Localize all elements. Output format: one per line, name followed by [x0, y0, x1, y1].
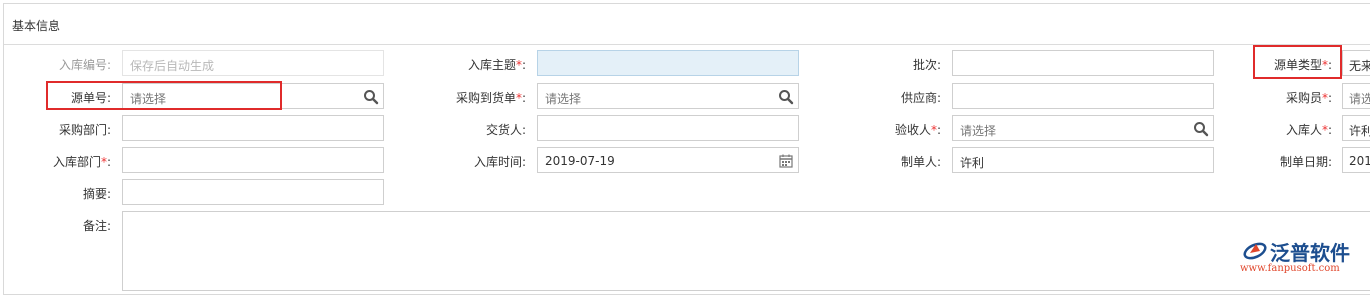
- deliverer-input[interactable]: [537, 115, 799, 141]
- search-icon[interactable]: [1193, 121, 1209, 137]
- inbound-no-field: 保存后自动生成: [122, 50, 384, 76]
- purchase-receipt-label: 采购到货单*:: [455, 91, 526, 105]
- source-doc-no-highlight: [46, 81, 282, 110]
- panel-title: 基本信息: [12, 19, 61, 33]
- purchaser-placeholder: 请选: [1349, 92, 1370, 106]
- inbound-dept-input[interactable]: [122, 147, 384, 173]
- batch-label: 批次:: [912, 58, 941, 72]
- inbound-subject-input[interactable]: [537, 50, 799, 76]
- purchase-dept-input[interactable]: [122, 115, 384, 141]
- summary-input[interactable]: [122, 179, 384, 205]
- supplier-input[interactable]: [952, 83, 1214, 109]
- inbound-no-value: 保存后自动生成: [130, 59, 215, 73]
- inbound-subject-label: 入库主题*:: [467, 58, 526, 72]
- supplier-label: 供应商:: [900, 91, 941, 105]
- summary-label: 摘要:: [82, 187, 111, 201]
- calendar-icon[interactable]: [778, 153, 794, 169]
- purchaser-label: 采购员*:: [1285, 91, 1332, 105]
- purchase-receipt-placeholder: 请选择: [545, 92, 582, 106]
- inbound-time-label: 入库时间:: [473, 155, 526, 169]
- source-doc-type-value: 无来: [1349, 59, 1370, 73]
- deliverer-label: 交货人:: [485, 123, 526, 137]
- brand-logo-icon: [1243, 242, 1267, 260]
- purchase-dept-label: 采购部门:: [58, 123, 111, 137]
- receiver-label: 入库人*:: [1285, 123, 1332, 137]
- inspector-placeholder: 请选择: [960, 124, 997, 138]
- inbound-time-datepicker[interactable]: 2019-07-19: [537, 147, 799, 173]
- creator-input[interactable]: 许利: [952, 147, 1214, 173]
- inbound-no-label: 入库编号:: [58, 58, 111, 72]
- brand-url: www.fanpusoft.com: [1240, 263, 1340, 274]
- inbound-dept-label: 入库部门*:: [52, 155, 111, 169]
- purchaser-picker[interactable]: 请选: [1342, 83, 1370, 109]
- inspector-label: 验收人*:: [894, 123, 941, 137]
- inbound-time-value: 2019-07-19: [545, 154, 615, 168]
- create-date-value: 201: [1349, 154, 1370, 168]
- source-doc-type-highlight: [1253, 45, 1342, 79]
- brand-watermark: 泛普软件 www.fanpusoft.com: [1240, 237, 1365, 279]
- panel-header: 基本信息: [4, 4, 1370, 45]
- brand-name: 泛普软件: [1270, 241, 1350, 265]
- search-icon[interactable]: [778, 89, 794, 105]
- purchase-receipt-picker[interactable]: 请选择: [537, 83, 799, 109]
- source-doc-type-select[interactable]: 无来: [1342, 50, 1370, 76]
- create-date-input[interactable]: 201: [1342, 147, 1370, 173]
- remarks-label: 备注:: [82, 219, 111, 233]
- create-date-label: 制单日期:: [1279, 155, 1332, 169]
- receiver-input[interactable]: 许利: [1342, 115, 1370, 141]
- receiver-value: 许利: [1349, 124, 1370, 138]
- search-icon[interactable]: [363, 89, 379, 105]
- creator-value: 许利: [960, 156, 985, 170]
- batch-input[interactable]: [952, 50, 1214, 76]
- remarks-textarea[interactable]: [122, 211, 1370, 291]
- creator-label: 制单人:: [900, 155, 941, 169]
- inspector-picker[interactable]: 请选择: [952, 115, 1214, 141]
